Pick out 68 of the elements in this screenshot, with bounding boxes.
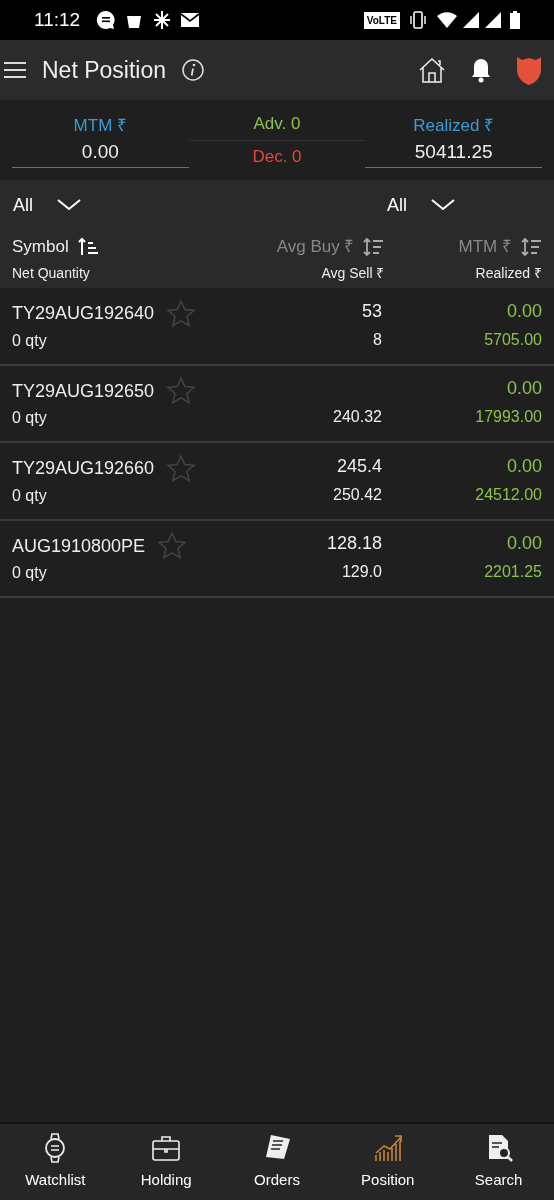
chevron-down-icon <box>57 199 81 211</box>
signal-icon <box>462 11 480 29</box>
filter-dropdown[interactable]: All <box>277 191 554 219</box>
nav-tab[interactable]: Orders <box>221 1124 333 1200</box>
info-icon[interactable] <box>182 59 204 81</box>
home-icon[interactable] <box>418 56 446 84</box>
menu-icon[interactable] <box>4 62 26 78</box>
bar-chart-icon <box>372 1132 403 1163</box>
column-header: Avg Sell ₹ <box>321 264 385 284</box>
symbol-text: AUG1910800PE <box>12 534 146 558</box>
decline-count: Dec. 0 <box>251 145 303 168</box>
chat-icon <box>96 10 117 30</box>
filter-dropdown[interactable]: All <box>0 191 277 219</box>
sell-price: 250.42 <box>333 485 382 503</box>
star-icon[interactable] <box>157 531 188 562</box>
realized-value: 50411.25 <box>413 140 494 164</box>
mtm-value: 0.00 <box>506 377 542 401</box>
realized-label: Realized ₹ <box>412 114 496 137</box>
column-header: MTM ₹ <box>458 235 512 258</box>
symbol-text: TY29AUG192660 <box>12 457 155 481</box>
symbol-text: TY29AUG192650 <box>12 379 155 403</box>
star-icon[interactable] <box>166 453 197 484</box>
mtm-value: 0.00 <box>506 454 542 478</box>
quantity-text: 0 qty <box>12 563 48 584</box>
vibrate-icon <box>408 10 428 30</box>
mtm-value: 0.00 <box>506 532 542 556</box>
buy-price: 53 <box>361 300 382 321</box>
quantity-text: 0 qty <box>12 408 48 429</box>
column-header: Realized ₹ <box>475 264 542 284</box>
bell-icon[interactable] <box>470 57 492 83</box>
nav-tab[interactable]: Watchlist <box>0 1124 111 1200</box>
nav-tab[interactable]: Search <box>443 1124 554 1200</box>
sort-ascending-icon[interactable] <box>76 236 99 257</box>
sparkle-icon <box>152 10 173 30</box>
mail-icon <box>180 12 201 28</box>
symbol-text: TY29AUG192640 <box>12 302 155 326</box>
chevron-down-icon <box>431 199 455 211</box>
nav-tab[interactable]: Position <box>332 1124 444 1200</box>
quantity-text: 0 qty <box>12 485 48 506</box>
buy-price: 128.18 <box>326 533 382 554</box>
buy-price: 245.4 <box>336 455 382 476</box>
column-header: Net Quantity <box>12 264 91 284</box>
shield-logo-icon[interactable] <box>516 55 542 85</box>
battery-icon <box>510 11 520 29</box>
status-time: 11:12 <box>34 7 81 32</box>
mtm-value: 0.00 <box>80 140 120 164</box>
mtm-label: MTM ₹ <box>72 114 129 137</box>
sell-price: 8 <box>373 330 382 348</box>
sell-price: 129.0 <box>341 563 382 581</box>
column-header: Symbol <box>12 235 69 258</box>
column-header: Avg Buy ₹ <box>276 235 355 258</box>
realized-value: 5705.00 <box>484 329 542 350</box>
signal-icon <box>484 11 502 29</box>
realized-value: 17993.00 <box>475 407 542 428</box>
network-badge: VoLTE <box>363 11 400 29</box>
realized-value: 24512.00 <box>475 484 542 505</box>
mtm-value: 0.00 <box>506 299 542 323</box>
quantity-text: 0 qty <box>12 330 48 351</box>
realized-value: 2201.25 <box>484 562 542 583</box>
page-title: Net Position <box>42 55 166 85</box>
nav-tab[interactable]: Holding <box>110 1124 222 1200</box>
advance-count: Adv. 0 <box>188 111 366 141</box>
sell-price: 240.32 <box>333 408 382 426</box>
sort-icon[interactable] <box>520 236 542 257</box>
sort-icon[interactable] <box>362 236 385 257</box>
star-icon[interactable] <box>166 298 197 329</box>
star-icon[interactable] <box>166 376 197 407</box>
wifi-icon <box>436 11 458 29</box>
